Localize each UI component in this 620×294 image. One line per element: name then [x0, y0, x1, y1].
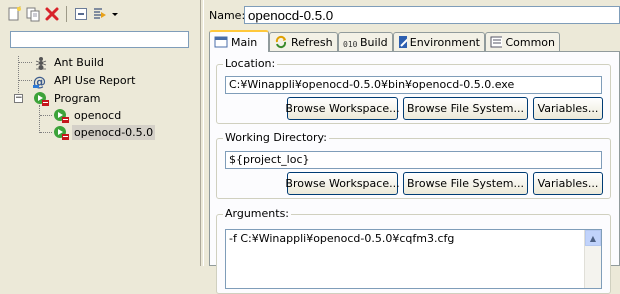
duplicate-icon[interactable]	[25, 6, 41, 22]
environment-icon	[399, 36, 407, 48]
tree-item-ant-build[interactable]: Ant Build	[33, 54, 106, 71]
svg-text:010: 010	[343, 40, 357, 49]
launch-config-toolbar	[6, 4, 119, 24]
arguments-textarea[interactable]: -f C:¥Winappli¥openocd-0.5.0¥cqfm3.cfg ▲	[225, 229, 602, 289]
filter-input[interactable]	[10, 31, 189, 48]
arguments-group: Arguments: -f C:¥Winappli¥openocd-0.5.0¥…	[216, 207, 611, 294]
delete-icon[interactable]	[44, 6, 60, 22]
refresh-icon	[275, 35, 287, 49]
tree-item-label: Ant Build	[54, 56, 104, 69]
working-directory-group: Working Directory: ${project_loc} Browse…	[216, 131, 611, 199]
browse-file-system-button[interactable]: Browse File System...	[403, 97, 528, 120]
location-input[interactable]: C:¥Winappli¥openocd-0.5.0¥bin¥openocd-0.…	[225, 76, 602, 94]
program-icon	[34, 91, 49, 106]
arguments-text: -f C:¥Winappli¥openocd-0.5.0¥cqfm3.cfg	[229, 232, 455, 245]
program-collapse-toggle[interactable]: −	[14, 94, 23, 103]
name-input[interactable]	[244, 6, 620, 24]
location-group: Location: C:¥Winappli¥openocd-0.5.0¥bin¥…	[216, 57, 611, 124]
tab-refresh[interactable]: Refresh	[269, 32, 338, 51]
new-config-icon[interactable]	[6, 6, 22, 22]
wd-variables-button[interactable]: Variables...	[533, 172, 603, 195]
tab-build[interactable]: 010 Build	[338, 32, 393, 51]
tree-item-openocd-0-5-0[interactable]: openocd-0.5.0	[53, 124, 156, 141]
browse-workspace-button[interactable]: Browse Workspace...	[285, 97, 400, 120]
tab-label: Refresh	[291, 35, 333, 49]
program-config-icon	[54, 125, 69, 140]
tree-item-label: API Use Report	[54, 74, 136, 87]
wd-browse-workspace-button[interactable]: Browse Workspace...	[285, 172, 400, 195]
tree-item-api-use-report[interactable]: @ API Use Report	[33, 72, 137, 89]
arguments-title: Arguments:	[223, 207, 292, 220]
working-directory-title: Working Directory:	[223, 131, 329, 144]
tab-label: Environment	[409, 35, 480, 49]
tree-item-openocd[interactable]: openocd	[53, 107, 123, 124]
arguments-scrollbar[interactable]: ▲	[584, 230, 601, 288]
tree-item-label: Program	[54, 92, 101, 105]
tree-item-label: openocd	[74, 109, 122, 122]
wd-browse-file-system-button[interactable]: Browse File System...	[403, 172, 528, 195]
tab-main[interactable]: Main	[209, 30, 269, 52]
build-icon: 010	[343, 40, 357, 49]
api-report-icon: @	[33, 75, 46, 89]
config-editor: Name: Main Refresh 010 Build Environment…	[204, 0, 620, 294]
dropdown-arrow-icon[interactable]	[111, 6, 119, 22]
scroll-up-icon[interactable]: ▲	[585, 230, 601, 246]
collapse-all-icon[interactable]	[73, 6, 89, 22]
toolbar-separator	[66, 6, 67, 22]
variables-button[interactable]: Variables...	[533, 97, 603, 120]
location-title: Location:	[223, 57, 278, 70]
tab-environment[interactable]: Environment	[393, 32, 485, 51]
working-directory-input[interactable]: ${project_loc}	[225, 151, 602, 169]
tab-label: Build	[360, 35, 388, 49]
tree-item-label: openocd-0.5.0	[72, 125, 156, 140]
tree-item-program[interactable]: Program	[33, 90, 102, 107]
tab-common[interactable]: Common	[485, 32, 560, 51]
name-label: Name:	[209, 9, 246, 22]
tab-label: Main	[231, 35, 258, 49]
main-tab-panel: Location: C:¥Winappli¥openocd-0.5.0¥bin¥…	[209, 51, 620, 294]
filter-icon[interactable]	[92, 6, 108, 22]
ant-icon	[35, 56, 47, 70]
launch-config-pane: − Ant Build @ API Use Report Program ope…	[0, 0, 200, 266]
tab-bar: Main Refresh 010 Build Environment Commo…	[209, 30, 620, 52]
main-tab-icon	[214, 36, 228, 48]
program-config-icon	[54, 108, 69, 123]
tab-label: Common	[505, 35, 555, 49]
common-icon	[490, 36, 503, 48]
